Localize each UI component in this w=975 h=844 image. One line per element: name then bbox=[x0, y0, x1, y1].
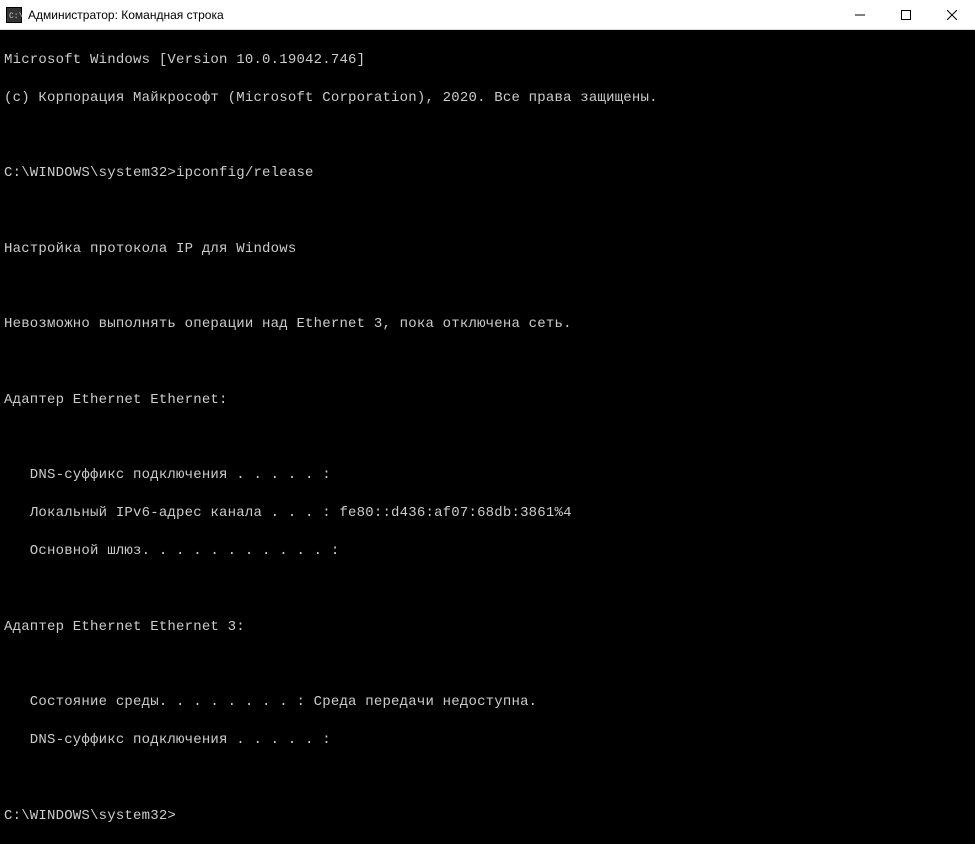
copyright-line: (c) Корпорация Майкрософт (Microsoft Cor… bbox=[4, 89, 971, 108]
prompt-line-1: C:\WINDOWS\system32>ipconfig/release bbox=[4, 164, 971, 183]
adapter-1-dns: DNS-суффикс подключения . . . . . : bbox=[4, 466, 971, 485]
window-titlebar: C:\ Администратор: Командная строка bbox=[0, 0, 975, 30]
blank-line bbox=[4, 126, 971, 145]
command-text: ipconfig/release bbox=[176, 165, 314, 181]
svg-text:C:\: C:\ bbox=[9, 12, 22, 21]
adapter-2-title: Адаптер Ethernet Ethernet 3: bbox=[4, 618, 971, 637]
cmd-icon: C:\ bbox=[6, 7, 22, 23]
cursor bbox=[176, 810, 184, 824]
blank-line bbox=[4, 278, 971, 297]
adapter-1-title: Адаптер Ethernet Ethernet: bbox=[4, 391, 971, 410]
prompt-text: C:\WINDOWS\system32> bbox=[4, 808, 176, 824]
close-icon bbox=[947, 10, 957, 20]
error-line: Невозможно выполнять операции над Ethern… bbox=[4, 315, 971, 334]
blank-line bbox=[4, 655, 971, 674]
blank-line bbox=[4, 353, 971, 372]
window-controls bbox=[837, 0, 975, 29]
version-line: Microsoft Windows [Version 10.0.19042.74… bbox=[4, 51, 971, 70]
ipconfig-heading: Настройка протокола IP для Windows bbox=[4, 240, 971, 259]
blank-line bbox=[4, 429, 971, 448]
minimize-icon bbox=[855, 10, 865, 20]
blank-line bbox=[4, 769, 971, 788]
adapter-2-dns: DNS-суффикс подключения . . . . . : bbox=[4, 731, 971, 750]
close-button[interactable] bbox=[929, 0, 975, 29]
blank-line bbox=[4, 202, 971, 221]
adapter-2-media: Состояние среды. . . . . . . . : Среда п… bbox=[4, 693, 971, 712]
maximize-button[interactable] bbox=[883, 0, 929, 29]
maximize-icon bbox=[901, 10, 911, 20]
prompt-text: C:\WINDOWS\system32> bbox=[4, 165, 176, 181]
adapter-1-ipv6: Локальный IPv6-адрес канала . . . : fe80… bbox=[4, 504, 971, 523]
window-title: Администратор: Командная строка bbox=[28, 8, 224, 22]
blank-line bbox=[4, 580, 971, 599]
adapter-1-gateway: Основной шлюз. . . . . . . . . . . : bbox=[4, 542, 971, 561]
minimize-button[interactable] bbox=[837, 0, 883, 29]
terminal-output[interactable]: Microsoft Windows [Version 10.0.19042.74… bbox=[0, 30, 975, 504]
prompt-line-2: C:\WINDOWS\system32> bbox=[4, 807, 971, 826]
titlebar-left: C:\ Администратор: Командная строка bbox=[0, 7, 224, 23]
